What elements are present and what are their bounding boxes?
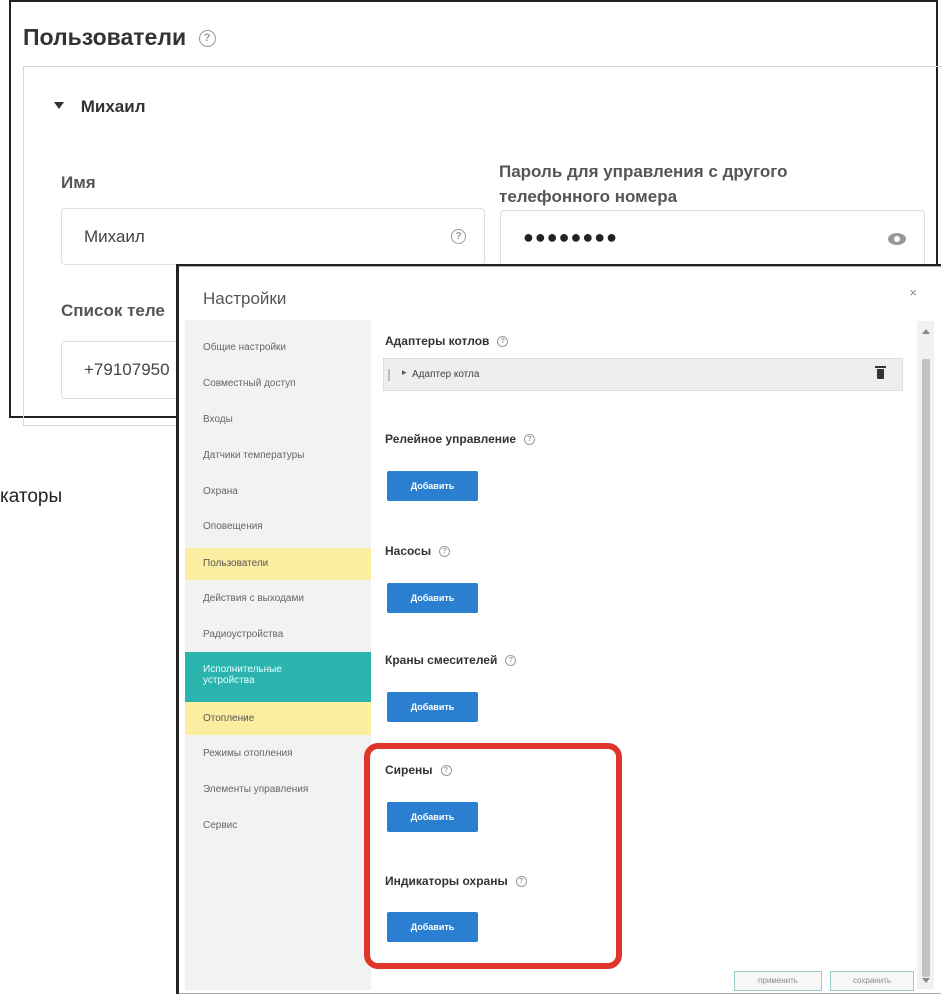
caret-down-icon[interactable]: [54, 102, 64, 110]
user-card-header[interactable]: Михаил: [54, 97, 146, 117]
dialog-title: Настройки: [203, 289, 287, 308]
users-panel-title: Пользователи ?: [23, 24, 216, 51]
scroll-up-icon[interactable]: [922, 329, 930, 334]
sidebar-item-service[interactable]: Сервис: [185, 820, 371, 831]
add-valve-button[interactable]: Добавить: [387, 692, 478, 722]
add-pump-button[interactable]: Добавить: [387, 583, 478, 613]
password-field-value: ●●●●●●●●: [523, 227, 618, 247]
close-icon[interactable]: ×: [909, 285, 917, 300]
apply-button[interactable]: применить: [734, 971, 822, 991]
sidebar-item-security[interactable]: Охрана: [185, 486, 371, 497]
help-icon[interactable]: ?: [524, 434, 536, 446]
password-label: Пароль для управления с другого телефонн…: [499, 159, 787, 209]
valves-title-text: Краны смесителей: [385, 653, 498, 667]
save-button[interactable]: сохранить: [830, 971, 914, 991]
section-title-valves: Краны смесителей?: [385, 653, 517, 667]
help-icon[interactable]: ?: [439, 546, 451, 558]
sidebar-item-heating[interactable]: Отопление: [185, 702, 371, 735]
scroll-down-icon[interactable]: [922, 978, 930, 983]
help-icon[interactable]: ?: [497, 336, 509, 348]
sidebar-item-inputs[interactable]: Входы: [185, 414, 371, 425]
dialog-left-border: [176, 266, 179, 994]
name-field[interactable]: Михаил ?: [61, 208, 485, 265]
sidebar-item-controls[interactable]: Элементы управления: [185, 784, 371, 795]
sidebar-item-heating-modes[interactable]: Режимы отопления: [185, 748, 371, 759]
sidebar-item-general[interactable]: Общие настройки: [185, 342, 371, 353]
sidebar-item-shared-access[interactable]: Совместный доступ: [185, 378, 371, 389]
eye-icon[interactable]: [888, 233, 906, 245]
settings-sidebar: Общие настройки Совместный доступ Входы …: [185, 320, 371, 990]
adapters-title-text: Адаптеры котлов: [385, 334, 490, 348]
phone-field-value: +79107950: [84, 360, 170, 379]
add-relay-button[interactable]: Добавить: [387, 471, 478, 501]
sidebar-item-radio-devices[interactable]: Радиоустройства: [185, 629, 371, 640]
sidebar-item-actuators[interactable]: Исполнительные устройства: [185, 652, 371, 702]
caret-right-icon[interactable]: ▸: [402, 367, 407, 378]
name-field-value: Михаил: [84, 227, 145, 246]
password-label-line2: телефонного номера: [499, 187, 678, 206]
section-title-relay: Релейное управление?: [385, 432, 536, 446]
adapter-item-row[interactable]: ▸ Адаптер котла: [383, 358, 903, 391]
sidebar-item-notifications[interactable]: Оповещения: [185, 521, 371, 532]
section-title-pumps: Насосы?: [385, 544, 451, 558]
sidebar-item-output-actions[interactable]: Действия с выходами: [185, 593, 371, 604]
pumps-title-text: Насосы: [385, 544, 432, 558]
password-field[interactable]: ●●●●●●●●: [500, 210, 925, 268]
trash-icon[interactable]: [875, 366, 886, 379]
relay-title-text: Релейное управление: [385, 432, 517, 446]
sidebar-item-temp-sensors[interactable]: Датчики температуры: [185, 450, 371, 461]
section-title-adapters: Адаптеры котлов?: [385, 334, 509, 348]
help-icon[interactable]: ?: [505, 655, 517, 667]
drag-handle-icon[interactable]: [388, 369, 390, 381]
scrollbar[interactable]: [917, 321, 934, 989]
adapter-item-label: Адаптер котла: [412, 369, 480, 380]
name-label: Имя: [61, 173, 96, 192]
password-label-line1: Пароль для управления с другого: [499, 162, 788, 181]
scrollbar-thumb[interactable]: [922, 359, 930, 977]
sidebar-item-users[interactable]: Пользователи: [185, 548, 371, 580]
partial-text: каторы: [0, 486, 63, 507]
user-card-name: Михаил: [80, 97, 146, 116]
users-title-text: Пользователи: [23, 24, 187, 50]
highlight-frame: [364, 743, 622, 969]
help-icon[interactable]: ?: [198, 30, 216, 48]
phones-label: Список теле: [61, 301, 165, 320]
help-icon[interactable]: ?: [451, 229, 466, 244]
